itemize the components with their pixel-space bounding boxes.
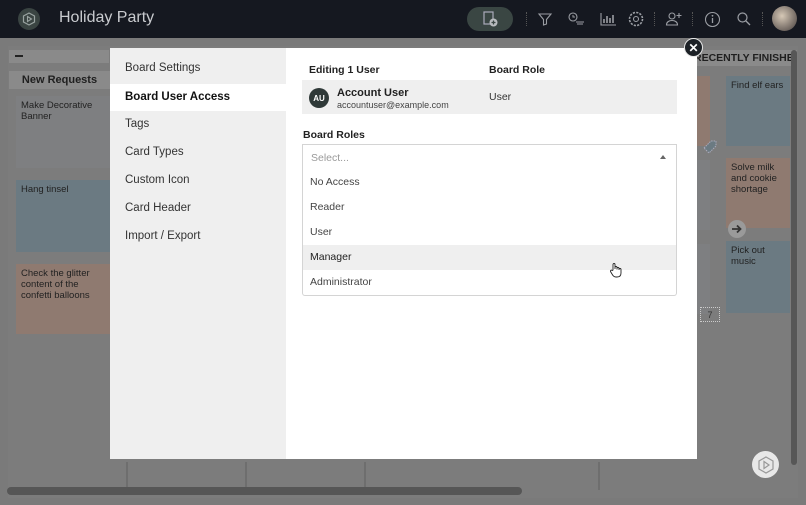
close-modal-button[interactable]: ✕ — [684, 38, 703, 57]
lane-header-new-requests: New Requests — [9, 71, 110, 89]
hand-cursor-icon — [609, 262, 623, 278]
add-user-icon[interactable] — [664, 9, 684, 29]
toolbar-divider — [692, 12, 693, 26]
sidebar-item-custom-icon[interactable]: Custom Icon — [110, 167, 286, 194]
card-title: Make Decorative Banner — [21, 100, 93, 122]
board-menu-button[interactable] — [752, 451, 779, 478]
app-logo-icon[interactable] — [18, 8, 40, 30]
toolbar-divider — [654, 12, 655, 26]
filter-icon[interactable] — [535, 9, 555, 29]
role-option-no-access[interactable]: No Access — [303, 170, 676, 195]
toolbar-divider — [762, 12, 763, 26]
timeline-icon[interactable] — [566, 9, 586, 29]
card[interactable]: Find elf ears — [726, 76, 790, 146]
card[interactable] — [697, 160, 710, 230]
board-role-select[interactable]: Select... — [302, 144, 677, 171]
info-icon[interactable] — [702, 9, 722, 29]
collapse-lane-bar[interactable] — [9, 50, 109, 63]
user-email: accountuser@example.com — [337, 100, 449, 110]
close-icon: ✕ — [688, 40, 699, 55]
sidebar-item-tags[interactable]: Tags — [110, 111, 286, 138]
vertical-scrollbar[interactable] — [791, 50, 797, 465]
gear-icon[interactable] — [626, 9, 646, 29]
chevron-up-icon — [660, 155, 666, 159]
lane-header-recently-finished: RECENTLY FINISHED — [697, 50, 797, 66]
role-option-reader[interactable]: Reader — [303, 195, 676, 220]
search-icon[interactable] — [734, 9, 754, 29]
card[interactable] — [697, 76, 710, 146]
card-title: Find elf ears — [731, 80, 784, 91]
user-name: Account User — [337, 87, 409, 99]
settings-sidebar: Board Settings Board User Access Tags Ca… — [110, 48, 286, 459]
chart-icon[interactable] — [598, 9, 618, 29]
sidebar-item-card-types[interactable]: Card Types — [110, 139, 286, 166]
card-count-badge: 7 — [700, 307, 720, 322]
card-title: Check the glitter content of the confett… — [21, 268, 90, 301]
card-title: Pick out music — [731, 245, 765, 267]
user-row[interactable]: AU Account User accountuser@example.com … — [302, 80, 677, 114]
card-title: Hang tinsel — [21, 184, 69, 195]
column-header-user: Editing 1 User — [309, 64, 380, 76]
play-hex-icon — [757, 455, 774, 474]
card[interactable]: Check the glitter content of the confett… — [16, 264, 110, 334]
sidebar-item-board-user-access[interactable]: Board User Access — [110, 84, 286, 111]
sidebar-item-card-header[interactable]: Card Header — [110, 195, 286, 222]
top-bar: Holiday Party — [0, 0, 806, 38]
lane-header-text: RECENTLY FINISHED — [697, 52, 797, 64]
board-roles-label: Board Roles — [303, 129, 365, 141]
user-avatar[interactable] — [772, 6, 797, 31]
card[interactable]: Make Decorative Banner — [16, 96, 110, 168]
sidebar-item-import-export[interactable]: Import / Export — [110, 223, 286, 250]
card-title: Solve milk and cookie shortage — [731, 162, 777, 195]
lane-divider — [245, 462, 247, 490]
lane-divider — [364, 462, 366, 490]
card[interactable]: Hang tinsel — [16, 180, 110, 252]
add-card-button[interactable] — [467, 7, 513, 31]
user-role: User — [489, 91, 512, 103]
role-option-user[interactable]: User — [303, 220, 676, 245]
tag-icon[interactable] — [701, 138, 719, 156]
horizontal-scrollbar[interactable] — [7, 487, 522, 495]
board-title: Holiday Party — [59, 9, 155, 26]
lane-divider — [126, 462, 128, 490]
sidebar-item-board-settings[interactable]: Board Settings — [110, 55, 286, 82]
lane-divider — [598, 462, 600, 490]
user-initials-avatar: AU — [309, 88, 329, 108]
card[interactable] — [697, 244, 710, 314]
card[interactable]: Solve milk and cookie shortage — [726, 158, 790, 228]
minus-icon — [15, 55, 23, 57]
toolbar-divider — [526, 12, 527, 26]
add-card-icon — [483, 11, 498, 27]
column-header-role: Board Role — [489, 64, 546, 76]
select-placeholder: Select... — [311, 152, 349, 164]
card[interactable]: Pick out music — [726, 241, 790, 313]
arrow-right-icon[interactable] — [728, 220, 746, 238]
